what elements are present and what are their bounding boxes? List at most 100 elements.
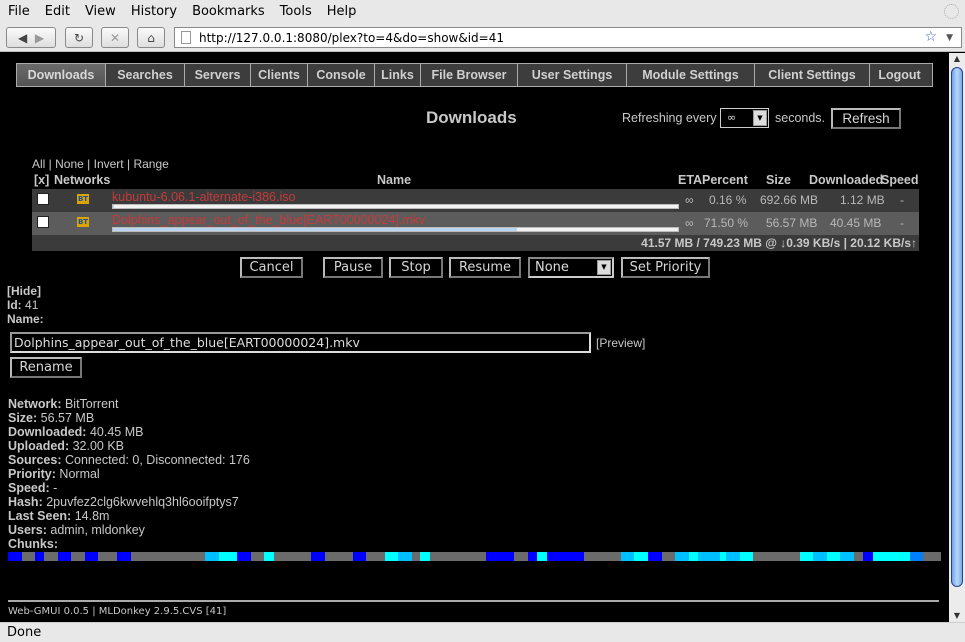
back-forward-button[interactable]: ◀ ▶: [6, 27, 56, 48]
chunk-segment: [365, 552, 385, 561]
tab-searches[interactable]: Searches: [106, 64, 185, 86]
resume-button[interactable]: Resume: [449, 257, 521, 278]
info-line: Downloaded: 40.45 MB: [8, 425, 250, 439]
chunk-segment: [536, 552, 547, 561]
footer-divider: [8, 600, 939, 602]
chunk-segment: [218, 552, 237, 561]
vertical-scrollbar[interactable]: ▲ ▼: [949, 53, 965, 622]
chunk-segment: [310, 552, 325, 561]
file-name-link[interactable]: kubuntu-6.06.1-alternate-i386.iso: [112, 190, 295, 204]
tab-file-browser[interactable]: File Browser: [421, 64, 518, 86]
refresh-button[interactable]: Refresh: [831, 108, 901, 129]
info-value: Normal: [59, 467, 100, 481]
close-icon: ✕: [109, 30, 121, 45]
url-text[interactable]: http://127.0.0.1:8080/plex?to=4&do=show&…: [199, 31, 504, 45]
chunk-segment: [633, 552, 648, 561]
tab-downloads[interactable]: Downloads: [17, 64, 106, 86]
reload-icon: ↻: [73, 30, 85, 45]
set-priority-button[interactable]: Set Priority: [621, 257, 710, 278]
menu-edit[interactable]: Edit: [37, 4, 77, 19]
cancel-button[interactable]: Cancel: [240, 257, 303, 278]
chevron-down-icon[interactable]: ▼: [753, 110, 767, 126]
col-percent[interactable]: Percent: [702, 173, 748, 187]
scrollbar-thumb[interactable]: [951, 67, 963, 587]
hide-details-link[interactable]: [Hide]: [7, 284, 41, 298]
bookmark-star-icon[interactable]: ☆: [924, 29, 937, 45]
back-arrow-icon[interactable]: ◀: [18, 31, 27, 45]
scroll-up-icon[interactable]: ▲: [949, 53, 965, 65]
downloaded-value: 1.12 MB: [840, 193, 885, 207]
chunk-segment: [130, 552, 205, 561]
url-dropdown-icon[interactable]: ▼: [946, 33, 953, 43]
chunk-segment: [839, 552, 854, 561]
priority-select[interactable]: None ▼: [528, 257, 614, 278]
table-header: [x] Networks Name ETA Percent Size Downl…: [32, 173, 919, 189]
chunk-segment: [872, 552, 910, 561]
select-all-link[interactable]: All: [32, 157, 45, 171]
chevron-down-icon[interactable]: ▼: [597, 260, 611, 275]
file-name-link[interactable]: Dolphins_appear_out_of_the_blue[EART0000…: [112, 213, 425, 227]
rename-button[interactable]: Rename: [10, 357, 82, 378]
col-eta[interactable]: ETA: [678, 173, 702, 187]
info-value: 40.45 MB: [89, 425, 144, 439]
chunk-segment: [34, 552, 44, 561]
tab-servers[interactable]: Servers: [185, 64, 251, 86]
table-row[interactable]: BT Dolphins_appear_out_of_the_blue[EART0…: [32, 212, 919, 235]
tab-clients[interactable]: Clients: [251, 64, 308, 86]
tab-client-settings[interactable]: Client Settings: [755, 64, 870, 86]
menu-tools[interactable]: Tools: [272, 4, 319, 19]
tab-console[interactable]: Console: [308, 64, 375, 86]
select-invert-link[interactable]: Invert: [94, 157, 124, 171]
menu-file[interactable]: File: [0, 4, 37, 19]
tab-user-settings[interactable]: User Settings: [518, 64, 627, 86]
rename-input[interactable]: Dolphins_appear_out_of_the_blue[EART0000…: [10, 332, 591, 353]
col-name[interactable]: Name: [377, 173, 411, 187]
tab-logout[interactable]: Logout: [870, 64, 929, 86]
stop-button[interactable]: ✕: [101, 27, 129, 48]
table-row[interactable]: BT kubuntu-6.06.1-alternate-i386.iso ∞ 0…: [32, 189, 919, 212]
pause-button[interactable]: Pause: [323, 257, 383, 278]
menu-bookmarks[interactable]: Bookmarks: [184, 4, 272, 19]
info-value: admin, mldonkey: [50, 523, 145, 537]
info-value: 56.57 MB: [40, 411, 95, 425]
select-range-link[interactable]: Range: [133, 157, 168, 171]
refresh-interval-select[interactable]: ∞ ▼: [720, 108, 769, 128]
page-title: Downloads: [426, 108, 517, 127]
tab-links[interactable]: Links: [375, 64, 421, 86]
forward-arrow-icon[interactable]: ▶: [35, 31, 44, 45]
row-checkbox[interactable]: [37, 193, 49, 205]
refresh-interval-value: ∞: [727, 111, 737, 124]
chunk-segment: [513, 552, 528, 561]
tab-module-settings[interactable]: Module Settings: [627, 64, 755, 86]
reload-button[interactable]: ↻: [65, 27, 93, 48]
downloads-table: [x] Networks Name ETA Percent Size Downl…: [32, 173, 919, 251]
status-bar: Done: [0, 622, 965, 642]
chunk-segment: [97, 552, 117, 561]
bittorrent-icon: BT: [77, 217, 89, 227]
size-value: 56.57 MB: [766, 216, 818, 230]
menu-bar: File Edit View History Bookmarks Tools H…: [0, 0, 965, 23]
chunk-segment: [688, 552, 698, 561]
chunk-segment: [620, 552, 634, 561]
chunk-segment: [527, 552, 537, 561]
main-tabs: Downloads Searches Servers Clients Conso…: [16, 63, 933, 87]
row-checkbox[interactable]: [37, 216, 49, 228]
col-downloaded[interactable]: Downloaded: [809, 173, 883, 187]
menu-help[interactable]: Help: [319, 4, 364, 19]
info-label: Sources:: [8, 453, 62, 467]
url-bar[interactable]: http://127.0.0.1:8080/plex?to=4&do=show&…: [174, 27, 962, 48]
downloaded-value: 40.45 MB: [830, 216, 882, 230]
scroll-down-icon[interactable]: ▼: [949, 610, 965, 622]
menu-view[interactable]: View: [77, 4, 123, 19]
totals-row: 41.57 MB / 749.23 MB @ ↓0.39 KB/s | 20.1…: [32, 235, 919, 251]
menu-history[interactable]: History: [123, 4, 184, 19]
info-value: BitTorrent: [64, 397, 119, 411]
stop-download-button[interactable]: Stop: [389, 257, 443, 278]
col-speed[interactable]: Speed: [881, 173, 919, 187]
status-text: Done: [7, 625, 42, 640]
col-size[interactable]: Size: [766, 173, 791, 187]
home-button[interactable]: ⌂: [137, 27, 165, 48]
bittorrent-icon: BT: [77, 194, 89, 204]
preview-link[interactable]: [Preview]: [596, 336, 645, 350]
select-none-link[interactable]: None: [55, 157, 84, 171]
